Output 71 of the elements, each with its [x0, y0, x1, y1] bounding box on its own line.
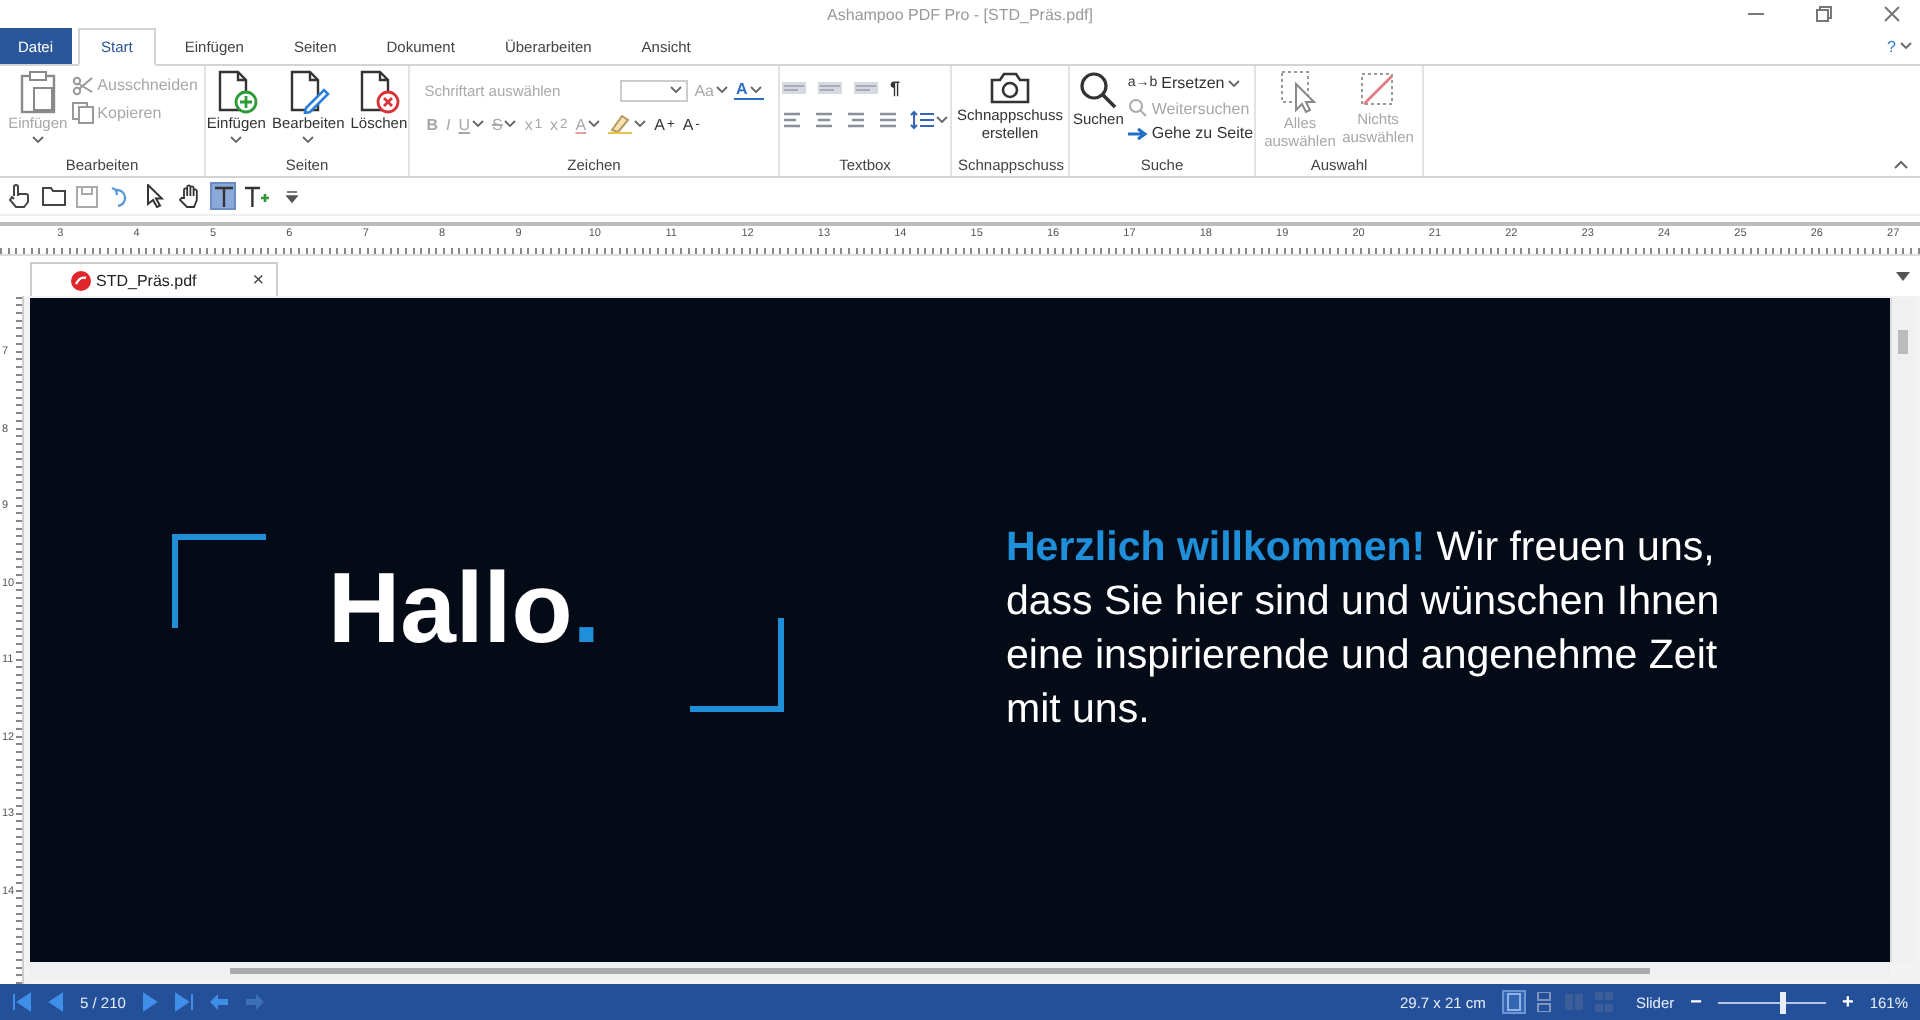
zoom-in-button[interactable]: +: [1841, 991, 1854, 1013]
touch-hand-icon: [8, 184, 30, 208]
caret-icon: [670, 86, 683, 94]
toolbar-button[interactable]: [244, 182, 270, 210]
toolbar-button[interactable]: [40, 182, 66, 210]
caret-icon: [588, 120, 601, 128]
nav-arrow-icon[interactable]: [173, 992, 194, 1012]
text-add-icon: [244, 185, 270, 207]
arrow-right-icon: [1127, 125, 1148, 141]
caret-icon: [749, 85, 762, 93]
corner-bracket: [690, 618, 784, 712]
document-tab[interactable]: STD_Präs.pdf ×: [30, 262, 279, 296]
caret-icon: [716, 86, 728, 94]
slider-thumb[interactable]: [1780, 991, 1787, 1013]
text-tool-icon: [213, 185, 233, 207]
scissors-icon: [71, 74, 94, 96]
caret-icon: [31, 135, 44, 144]
caret-icon: [504, 120, 517, 128]
align-icon[interactable]: [814, 112, 834, 128]
caret-icon: [1900, 42, 1912, 50]
restore-icon[interactable]: [1816, 6, 1832, 22]
search-icon: [1127, 98, 1148, 118]
caret-icon: [1228, 79, 1241, 87]
pointer-icon: [146, 184, 164, 208]
copy-icon: [71, 102, 94, 124]
text-layout-icon[interactable]: [818, 80, 842, 96]
collapse-ribbon-icon[interactable]: [1894, 160, 1908, 170]
font-size-field[interactable]: [620, 79, 689, 101]
save-icon: [76, 185, 98, 207]
zoom-out-button[interactable]: −: [1690, 991, 1702, 1013]
toolbar-button[interactable]: [176, 182, 202, 210]
back-icon[interactable]: [207, 992, 230, 1012]
slide-paragraph: Herzlich willkommen! Wir freuen uns, dass Sie hier sind und wünschen Ihnen eine inspirierende und angenehme Zeit mit uns.: [1006, 522, 1722, 736]
help-button[interactable]: ?: [1887, 28, 1912, 64]
format-button[interactable]: A: [734, 80, 764, 100]
toolbar-button[interactable]: [6, 182, 32, 210]
undo-icon: [110, 185, 132, 207]
text-layout-icon[interactable]: [854, 80, 878, 96]
caret-icon: [472, 120, 484, 128]
caret-icon: [634, 120, 647, 128]
nav-arrow-icon[interactable]: [46, 992, 66, 1012]
hand-icon: [177, 184, 201, 208]
ribbon-button[interactable]: Gehe zu Seite: [1127, 124, 1254, 142]
align-icon[interactable]: [782, 112, 802, 128]
align-icon[interactable]: [878, 112, 898, 128]
close-tab-button[interactable]: ×: [252, 269, 265, 291]
nav-arrow-icon[interactable]: [12, 992, 32, 1012]
dropdown-icon[interactable]: [1896, 272, 1910, 282]
caret-icon: [302, 135, 315, 144]
window-title: Ashampoo PDF Pro - [STD_Präs.pdf]: [827, 5, 1093, 23]
view-mode-button[interactable]: [1531, 990, 1556, 1014]
folder-icon: [41, 186, 65, 206]
camera-icon: [990, 70, 1030, 106]
corner-bracket: [172, 534, 266, 628]
slide-heading: Hallo.: [328, 558, 601, 658]
text-layout-icon[interactable]: [782, 80, 806, 96]
caret-icon: [936, 116, 948, 124]
nav-arrow-icon[interactable]: [139, 992, 160, 1012]
pdf-file-icon: [70, 269, 92, 291]
customize-icon: [285, 189, 297, 203]
paragraph-marks-button[interactable]: ¶: [890, 78, 901, 98]
line-spacing-button[interactable]: [910, 110, 948, 130]
toolbar-button[interactable]: [142, 182, 168, 210]
select-none-icon: [1358, 70, 1398, 110]
view-mode-button[interactable]: [1501, 990, 1526, 1014]
caret-icon: [230, 135, 243, 144]
search-icon: [1078, 70, 1119, 110]
toolbar-button[interactable]: [210, 182, 236, 210]
align-icon[interactable]: [846, 112, 866, 128]
minimize-icon[interactable]: [1748, 8, 1764, 20]
close-icon[interactable]: [1884, 6, 1900, 22]
